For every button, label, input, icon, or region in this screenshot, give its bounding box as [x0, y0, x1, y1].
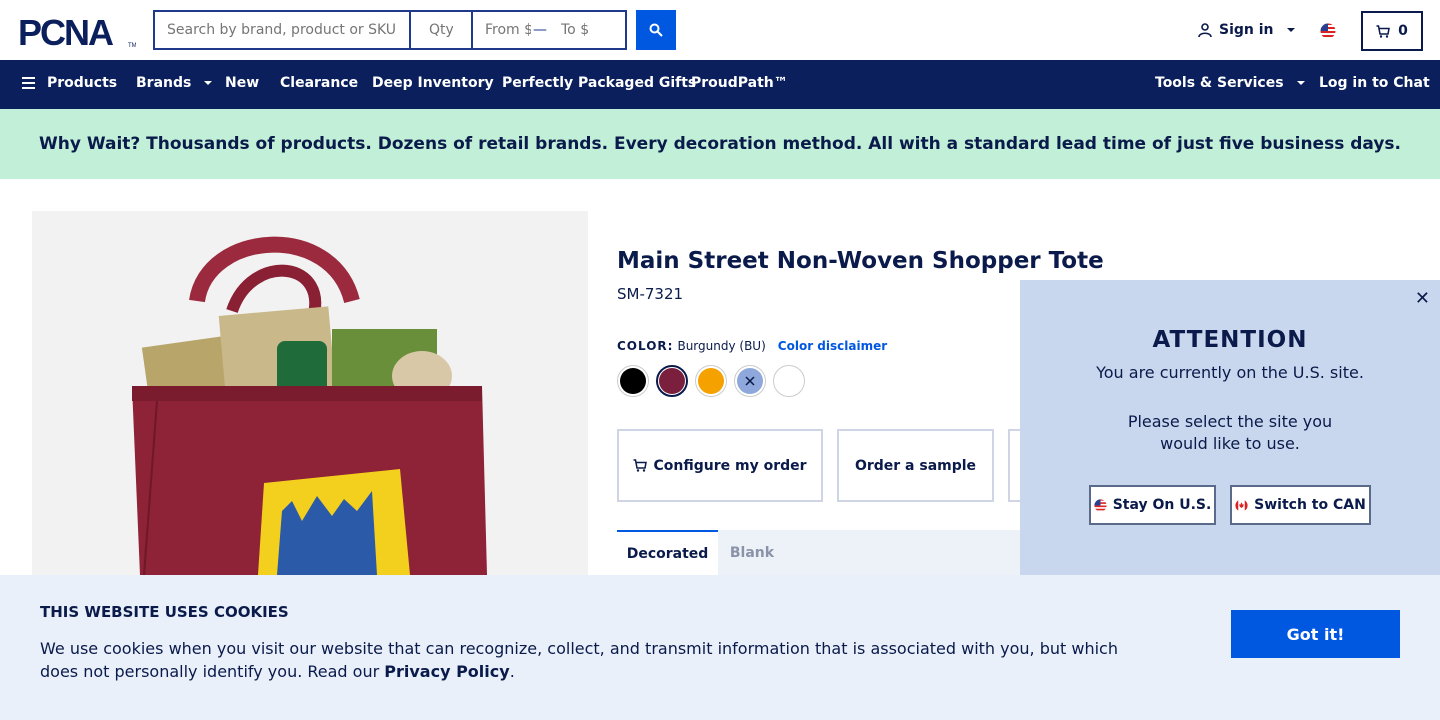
tab-decorated-label: Decorated	[626, 545, 709, 562]
tote-bag-illustration	[132, 236, 487, 575]
nav-products-label: Products	[47, 75, 118, 91]
svg-text:PCNA: PCNA	[18, 14, 114, 48]
main-nav: Products Brands New Clearance Deep Inven…	[0, 60, 1440, 109]
cookie-accept-button[interactable]: Got it!	[1231, 610, 1400, 658]
configure-order-label: Configure my order	[653, 457, 807, 474]
search-input[interactable]	[155, 12, 411, 48]
cookie-text: We use cookies when you visit our websit…	[40, 637, 1140, 683]
nav-packaged-gifts-label: Perfectly Packaged Gifts	[502, 75, 697, 91]
color-row: COLOR: Burgundy (BU) Color disclaimer	[617, 339, 887, 353]
top-header: PCNA TM — Sign in	[0, 0, 1440, 60]
cart-icon	[1376, 24, 1391, 38]
swatch-black[interactable]	[617, 365, 649, 397]
signin-menu[interactable]: Sign in	[1197, 22, 1296, 38]
close-icon[interactable]: ✕	[1415, 288, 1430, 309]
promo-text: Why Wait? Thousands of products. Dozens …	[38, 134, 1402, 154]
product-sku: SM-7321	[617, 285, 684, 303]
color-label: COLOR:	[617, 339, 674, 353]
swatch-fill	[698, 368, 724, 394]
tab-blank[interactable]: Blank	[718, 530, 786, 575]
nav-new-label: New	[225, 75, 260, 91]
tab-decorated[interactable]: Decorated	[617, 530, 718, 575]
swatch-fill	[776, 368, 802, 394]
price-range: —	[473, 12, 625, 48]
cookie-period: .	[509, 662, 515, 681]
canada-flag-icon	[1235, 498, 1248, 512]
color-swatches	[617, 365, 805, 397]
chevron-down-icon	[1286, 28, 1295, 32]
nav-deep-inventory[interactable]: Deep Inventory	[372, 75, 494, 91]
cart-icon	[633, 459, 648, 472]
promo-banner: Why Wait? Thousands of products. Dozens …	[0, 109, 1440, 179]
nav-products[interactable]: Products	[22, 75, 117, 91]
nav-proudpath[interactable]: ProudPath™	[691, 75, 788, 91]
configure-order-button[interactable]: Configure my order	[617, 429, 823, 502]
switch-can-button[interactable]: Switch to CAN	[1230, 485, 1371, 525]
nav-login-chat[interactable]: Log in to Chat	[1319, 75, 1430, 91]
swatch-orange[interactable]	[695, 365, 727, 397]
privacy-policy-link[interactable]: Privacy Policy	[384, 662, 509, 681]
color-disclaimer-link[interactable]: Color disclaimer	[778, 339, 887, 353]
cart-button[interactable]: 0	[1361, 11, 1423, 51]
nav-tools-services-label: Tools & Services	[1155, 75, 1284, 91]
swatch-unavailable[interactable]	[734, 365, 766, 397]
swatch-white[interactable]	[773, 365, 805, 397]
stay-us-button[interactable]: Stay On U.S.	[1089, 485, 1216, 525]
price-dash: —	[533, 22, 547, 38]
color-value: Burgundy (BU)	[677, 339, 766, 353]
price-to-input[interactable]	[549, 22, 607, 38]
nav-clearance-label: Clearance	[280, 75, 359, 91]
cookie-banner: THIS WEBSITE USES COOKIES We use cookies…	[0, 575, 1440, 720]
nav-packaged-gifts[interactable]: Perfectly Packaged Gifts	[502, 75, 696, 91]
search-button[interactable]	[636, 10, 676, 50]
popup-title: ATTENTION	[1152, 327, 1308, 353]
hamburger-icon	[22, 77, 35, 89]
swatch-fill	[659, 368, 685, 394]
nav-new[interactable]: New	[225, 75, 259, 91]
signin-label: Sign in	[1219, 22, 1274, 38]
nav-brands[interactable]: Brands	[136, 75, 213, 91]
search-icon	[649, 23, 663, 37]
switch-can-label: Switch to CAN	[1254, 497, 1366, 513]
decoration-tabs: Decorated Blank	[617, 530, 1027, 575]
more-action-button[interactable]	[1008, 429, 1020, 502]
popup-prompt-line1: Please select the site you	[1127, 412, 1333, 431]
user-icon	[1198, 23, 1212, 38]
popup-message: You are currently on the U.S. site.	[1096, 363, 1364, 382]
qty-input[interactable]	[411, 12, 473, 48]
us-flag-icon	[1094, 498, 1107, 512]
svg-text:TM: TM	[128, 43, 136, 48]
chevron-down-icon	[204, 81, 213, 85]
swatch-fill	[620, 368, 646, 394]
product-image[interactable]	[32, 211, 588, 575]
price-from-input[interactable]	[473, 22, 531, 38]
cookie-title: THIS WEBSITE USES COOKIES	[40, 603, 289, 621]
cart-count: 0	[1398, 23, 1408, 39]
nav-brands-label: Brands	[136, 75, 192, 91]
nav-login-chat-label: Log in to Chat	[1319, 75, 1430, 91]
pcna-logo[interactable]: PCNA TM	[18, 14, 136, 48]
order-sample-button[interactable]: Order a sample	[837, 429, 994, 502]
tab-blank-label: Blank	[729, 544, 775, 561]
nav-deep-inventory-label: Deep Inventory	[372, 75, 494, 91]
unavailable-x-icon	[745, 376, 755, 386]
stay-us-label: Stay On U.S.	[1112, 497, 1212, 513]
search-group: —	[153, 10, 627, 50]
cookie-body: We use cookies when you visit our websit…	[40, 639, 1118, 681]
swatch-burgundy[interactable]	[656, 365, 688, 397]
swatch-fill	[737, 368, 763, 394]
us-flag-icon[interactable]	[1320, 23, 1336, 43]
chevron-down-icon	[1296, 81, 1305, 85]
order-sample-label: Order a sample	[854, 457, 977, 474]
nav-clearance[interactable]: Clearance	[280, 75, 358, 91]
nav-tools-services[interactable]: Tools & Services	[1155, 75, 1306, 91]
popup-prompt-line2: would like to use.	[1160, 434, 1300, 453]
product-title: Main Street Non-Woven Shopper Tote	[617, 248, 1104, 274]
nav-proudpath-label: ProudPath™	[691, 75, 788, 91]
site-selector-popup: ✕ ATTENTION You are currently on the U.S…	[1020, 280, 1440, 575]
